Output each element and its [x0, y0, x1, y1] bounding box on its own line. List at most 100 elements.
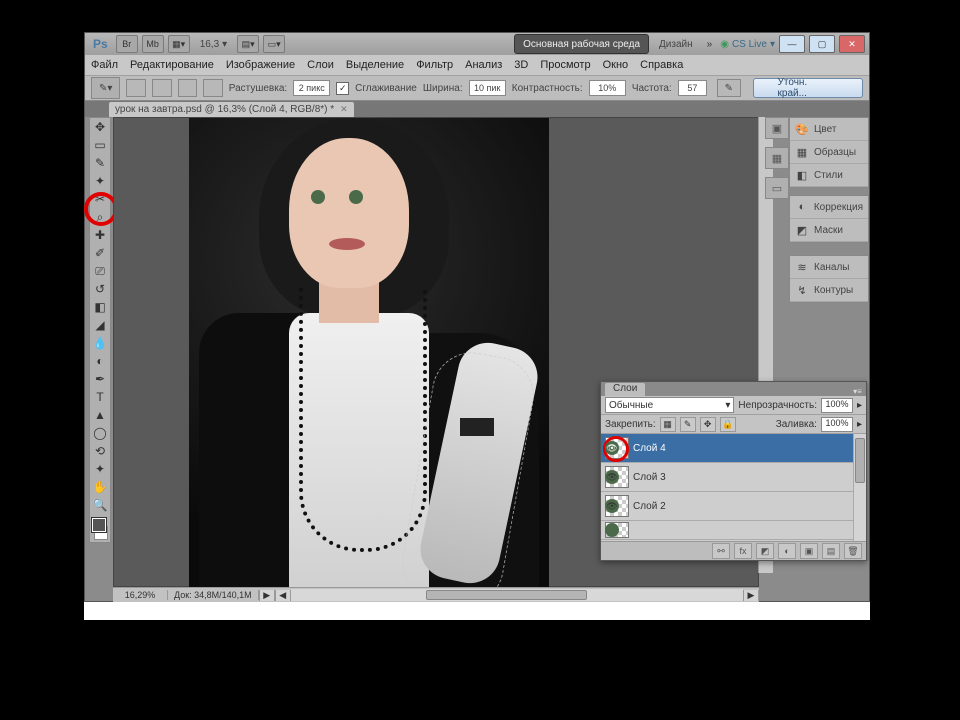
zoom-selector[interactable]: 16,3▾ — [194, 39, 234, 50]
foreground-swatch[interactable] — [92, 518, 106, 532]
layer-row[interactable]: 👁 Слой 4 — [601, 434, 866, 463]
new-layer-button[interactable]: ▤ — [822, 543, 840, 559]
selection-new-button[interactable] — [126, 79, 146, 97]
panel-adjustments[interactable]: ◐Коррекция — [790, 196, 868, 219]
lock-transparency-button[interactable]: ▦ — [660, 417, 676, 432]
menu-layer[interactable]: Слои — [307, 59, 334, 71]
menu-edit[interactable]: Редактирование — [130, 59, 214, 71]
type-tool[interactable]: T — [90, 388, 110, 406]
layer-name[interactable]: Слой 4 — [633, 443, 666, 454]
refine-edge-button[interactable]: Уточн. край... — [753, 78, 863, 98]
gradient-tool[interactable]: ◢ — [90, 316, 110, 334]
menu-view[interactable]: Просмотр — [540, 59, 590, 71]
adjustment-layer-button[interactable]: ◐ — [778, 543, 796, 559]
scroll-left-button[interactable]: ◀ — [275, 590, 291, 601]
frequency-input[interactable]: 57 — [678, 80, 707, 96]
stamp-tool[interactable]: ⎚ — [90, 262, 110, 280]
doc-info-flyout[interactable]: ▶ — [259, 590, 275, 601]
healing-tool[interactable]: ✚ — [90, 226, 110, 244]
scroll-right-button[interactable]: ▶ — [743, 590, 759, 601]
visibility-toggle[interactable]: 👁 — [605, 470, 619, 484]
menu-image[interactable]: Изображение — [226, 59, 295, 71]
feather-input[interactable]: 2 пикс — [293, 80, 330, 96]
panel-styles[interactable]: ◧Стили — [790, 164, 868, 187]
path-select-tool[interactable]: ▲ — [90, 406, 110, 424]
workspace-switcher[interactable]: Основная рабочая среда — [514, 34, 649, 54]
lock-pixels-button[interactable]: ✎ — [680, 417, 696, 432]
panel-paths[interactable]: ↯Контуры — [790, 279, 868, 302]
document-tab-close-icon[interactable]: ✕ — [340, 104, 348, 115]
dock-history-icon[interactable]: ▣ — [765, 117, 789, 139]
panel-masks[interactable]: ◩Маски — [790, 219, 868, 242]
layers-scrollbar[interactable] — [853, 434, 866, 541]
close-button[interactable]: ✕ — [839, 35, 865, 53]
zoom-tool[interactable]: 🔍 — [90, 496, 110, 514]
opacity-flyout-icon[interactable]: ▸ — [857, 400, 862, 411]
eraser-tool[interactable]: ◧ — [90, 298, 110, 316]
move-tool[interactable]: ✥ — [90, 118, 110, 136]
layer-row[interactable]: 👁 Слой 3 — [601, 463, 866, 492]
panel-menu-icon[interactable]: ▾≡ — [852, 387, 866, 396]
panel-color[interactable]: 🎨Цвет — [790, 118, 868, 141]
design-workspace-label[interactable]: Дизайн — [653, 39, 699, 50]
arrange-button[interactable]: ▤▾ — [237, 35, 259, 53]
maximize-button[interactable]: ▢ — [809, 35, 835, 53]
fill-flyout-icon[interactable]: ▸ — [857, 419, 862, 430]
visibility-toggle[interactable] — [605, 523, 619, 537]
visibility-toggle[interactable]: 👁 — [605, 441, 619, 455]
menu-select[interactable]: Выделение — [346, 59, 404, 71]
crop-tool[interactable]: ✂ — [90, 190, 110, 208]
selection-intersect-button[interactable] — [203, 79, 223, 97]
menu-help[interactable]: Справка — [640, 59, 683, 71]
marquee-tool[interactable]: ▭ — [90, 136, 110, 154]
minimize-button[interactable]: — — [779, 35, 805, 53]
pen-tool[interactable]: ✒ — [90, 370, 110, 388]
current-tool-icon[interactable]: ✎▾ — [91, 77, 120, 99]
fill-input[interactable]: 100% — [821, 417, 853, 432]
dock-info-icon[interactable]: ▭ — [765, 177, 789, 199]
menu-window[interactable]: Окно — [603, 59, 629, 71]
lock-all-button[interactable]: 🔒 — [720, 417, 736, 432]
view-extras-button[interactable]: ▦▾ — [168, 35, 190, 53]
antialias-checkbox[interactable]: ✓ — [336, 82, 349, 95]
menu-analysis[interactable]: Анализ — [465, 59, 502, 71]
contrast-input[interactable]: 10% — [589, 80, 626, 96]
3d-tool[interactable]: ⟲ — [90, 442, 110, 460]
bridge-button[interactable]: Br — [116, 35, 138, 53]
link-layers-button[interactable]: ⚯ — [712, 543, 730, 559]
workspace-expand-icon[interactable]: » — [703, 39, 717, 50]
eyedropper-tool[interactable]: ⌕ — [90, 208, 110, 226]
camera-tool[interactable]: ✦ — [90, 460, 110, 478]
quick-select-tool[interactable]: ✦ — [90, 172, 110, 190]
layer-fx-button[interactable]: fx — [734, 543, 752, 559]
delete-layer-button[interactable]: 🗑 — [844, 543, 862, 559]
mini-bridge-button[interactable]: Mb — [142, 35, 164, 53]
selection-add-button[interactable] — [152, 79, 172, 97]
layer-mask-button[interactable]: ◩ — [756, 543, 774, 559]
dodge-tool[interactable]: ◐ — [90, 352, 110, 370]
history-brush-tool[interactable]: ↺ — [90, 280, 110, 298]
screen-mode-button[interactable]: ▭▾ — [263, 35, 285, 53]
lasso-tool[interactable]: ✎ — [90, 154, 110, 172]
cs-live-button[interactable]: ◉CS Live▾ — [720, 39, 775, 50]
blur-tool[interactable]: 💧 — [90, 334, 110, 352]
width-input[interactable]: 10 пик — [469, 80, 506, 96]
document-canvas[interactable] — [189, 118, 549, 588]
blend-mode-select[interactable]: Обычные▾ — [605, 397, 734, 413]
layer-row[interactable]: 👁 Слой 2 — [601, 492, 866, 521]
opacity-input[interactable]: 100% — [821, 398, 853, 413]
shape-tool[interactable]: ◯ — [90, 424, 110, 442]
panel-channels[interactable]: ≋Каналы — [790, 256, 868, 279]
layer-name[interactable]: Слой 3 — [633, 472, 666, 483]
layers-tab[interactable]: Слои — [605, 383, 645, 396]
zoom-status[interactable]: 16,29% — [113, 590, 168, 600]
menu-file[interactable]: Файл — [91, 59, 118, 71]
color-swatches[interactable] — [90, 516, 110, 542]
canvas-scrollbar-horizontal[interactable] — [291, 589, 743, 601]
hand-tool[interactable]: ✋ — [90, 478, 110, 496]
menu-filter[interactable]: Фильтр — [416, 59, 453, 71]
selection-subtract-button[interactable] — [178, 79, 198, 97]
brush-tool[interactable]: ✐ — [90, 244, 110, 262]
layer-name[interactable]: Слой 2 — [633, 501, 666, 512]
visibility-toggle[interactable]: 👁 — [605, 499, 619, 513]
